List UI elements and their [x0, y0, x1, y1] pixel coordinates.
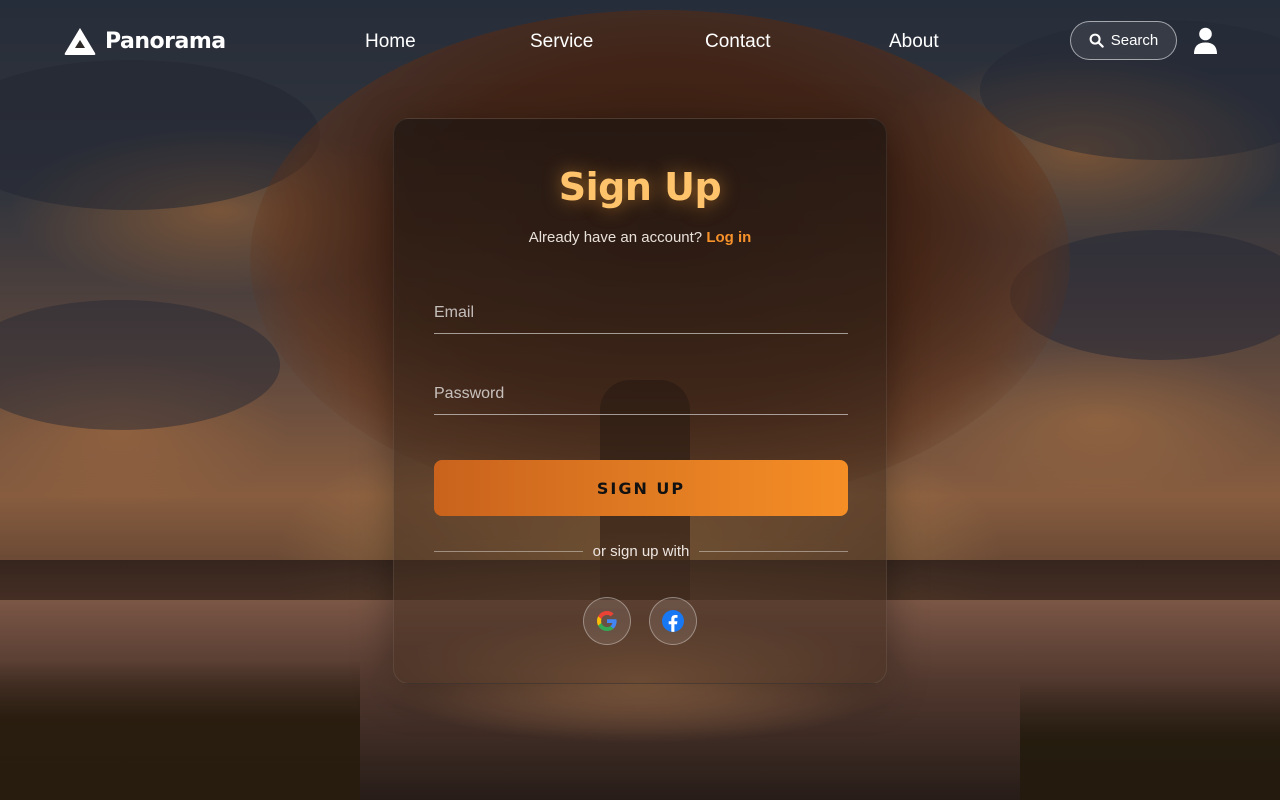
- nav-link-contact[interactable]: Contact: [705, 31, 770, 53]
- signup-card: Sign Up Already have an account? Log in …: [393, 118, 887, 684]
- search-label: Search: [1110, 32, 1159, 49]
- divider-line: [434, 550, 583, 552]
- social-divider: or sign up with: [434, 540, 848, 562]
- login-link[interactable]: Log in: [706, 229, 751, 246]
- brand-name: Panorama: [105, 28, 226, 54]
- divider-text: or sign up with: [592, 542, 690, 560]
- email-input[interactable]: [434, 293, 848, 333]
- user-icon[interactable]: [1193, 27, 1218, 54]
- divider-line: [699, 550, 848, 552]
- nav-link-home[interactable]: Home: [365, 31, 416, 53]
- password-input[interactable]: [434, 374, 848, 414]
- top-navbar: Panorama Home Service Contact About Sear…: [0, 0, 1280, 84]
- page-title: Sign Up: [558, 165, 722, 209]
- mountain-icon: [64, 28, 96, 55]
- brand-logo[interactable]: Panorama: [63, 26, 226, 56]
- google-signup-button[interactable]: [583, 597, 631, 645]
- password-field: [434, 374, 848, 415]
- facebook-signup-button[interactable]: [649, 597, 697, 645]
- google-icon: [597, 611, 617, 631]
- nav-link-service[interactable]: Service: [530, 31, 593, 53]
- nav-link-about[interactable]: About: [889, 31, 939, 53]
- account-prompt-text: Already have an account?: [528, 229, 703, 246]
- search-icon: [1089, 33, 1104, 48]
- email-field: [434, 293, 848, 334]
- facebook-icon: [662, 610, 684, 632]
- search-button[interactable]: Search: [1070, 21, 1177, 60]
- signup-button[interactable]: SIGN UP: [434, 460, 848, 516]
- account-prompt: Already have an account? Log in: [394, 229, 886, 246]
